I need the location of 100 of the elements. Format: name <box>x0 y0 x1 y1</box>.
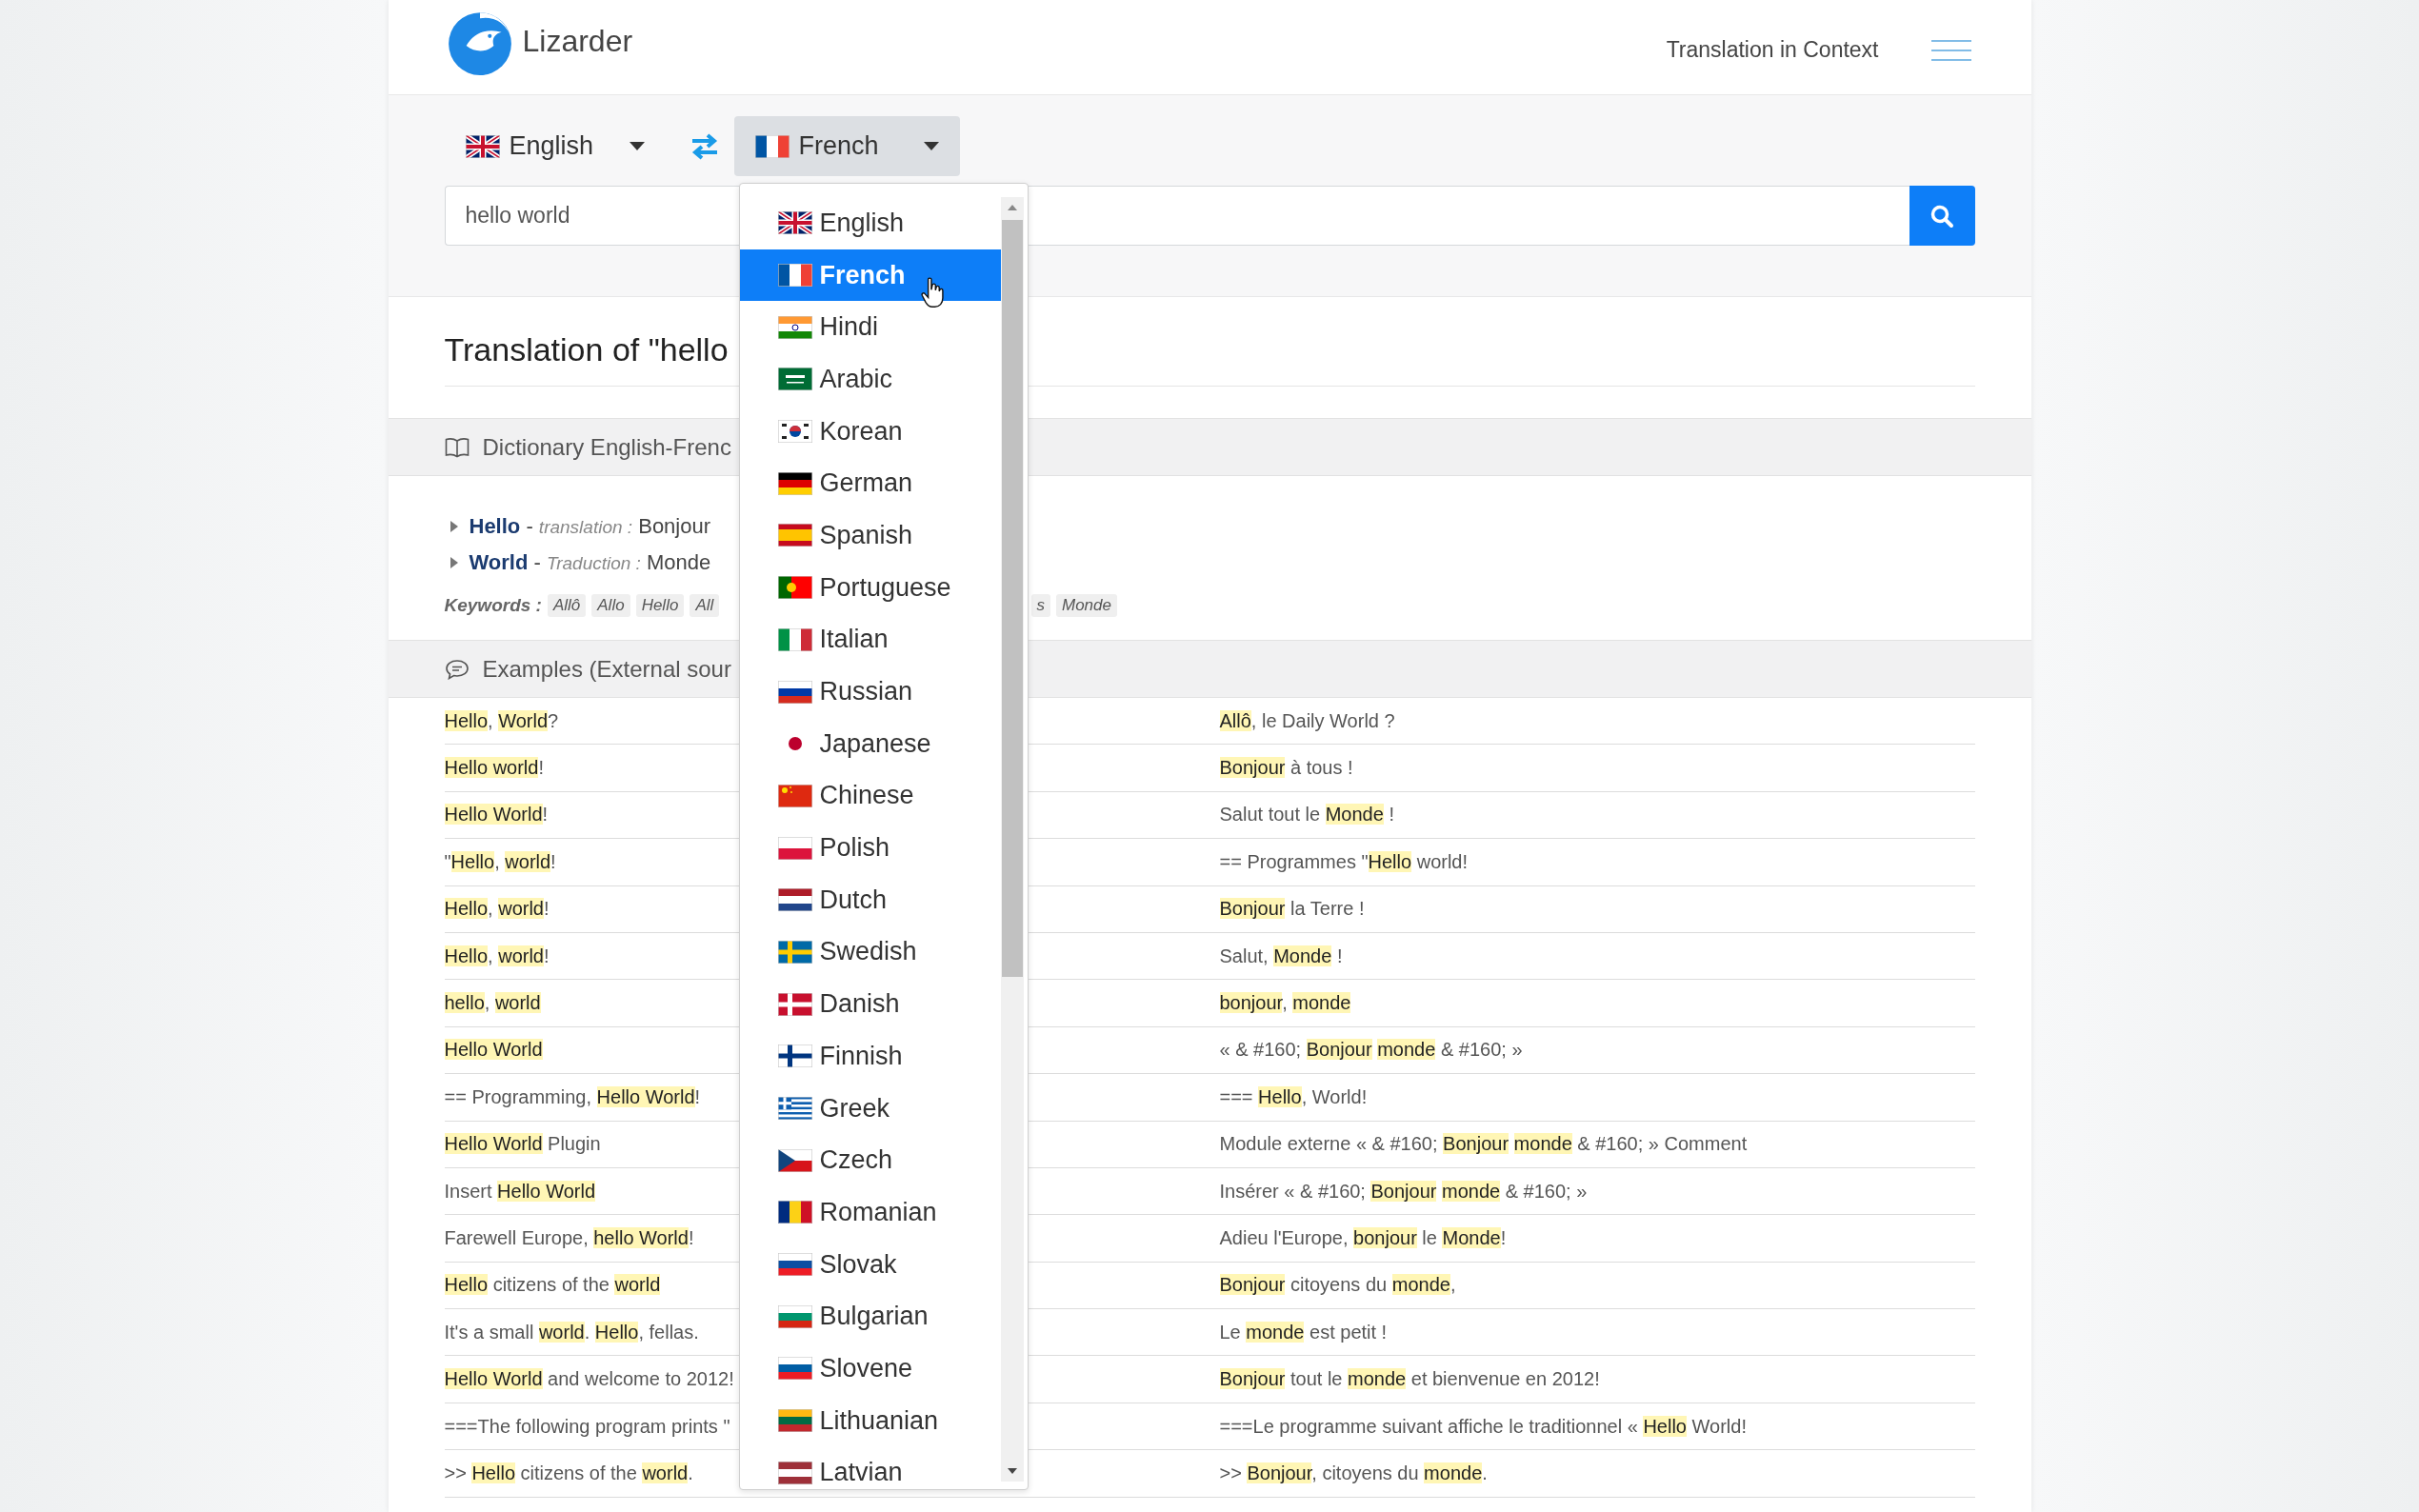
scroll-down-icon[interactable] <box>1007 1468 1017 1474</box>
example-translation: Allô, le Daily World ? <box>1219 709 1395 732</box>
example-translation: Bonjour tout le monde et bienvenue en 2012! <box>1219 1368 1600 1391</box>
example-source: Hello World Plugin <box>444 1133 601 1156</box>
example-translation: Bonjour citoyens du monde, <box>1219 1274 1456 1297</box>
dictionary-entry: Hello - translation : Bonjour <box>469 514 711 539</box>
expand-arrow-icon[interactable] <box>450 557 458 568</box>
example-source: Hello World <box>444 1039 543 1062</box>
language-option[interactable]: Bulgarian <box>739 1290 1001 1343</box>
flag-icon <box>777 315 812 339</box>
example-translation: Insérer « & #160; Bonjour monde & #160; » <box>1219 1180 1588 1203</box>
flag-icon <box>777 264 812 288</box>
search-icon <box>1929 203 1954 229</box>
flag-icon <box>777 1097 812 1121</box>
example-source: Hello World and welcome to 2012! <box>444 1368 734 1391</box>
book-icon <box>444 436 470 458</box>
keyword-tag[interactable]: All <box>690 594 720 617</box>
example-translation: Bonjour la Terre ! <box>1219 898 1365 921</box>
keyword-tag[interactable]: Hello <box>635 594 685 617</box>
example-source: Insert Hello World <box>444 1180 596 1203</box>
scrollbar[interactable] <box>1000 197 1024 1482</box>
language-option[interactable]: Japanese <box>739 717 1001 770</box>
scroll-up-icon[interactable] <box>1007 205 1017 210</box>
example-source: >> Hello citizens of the world. <box>444 1462 693 1484</box>
language-option[interactable]: Polish <box>739 822 1001 874</box>
example-translation: >> Bonjour, citoyens du monde. <box>1219 1462 1488 1484</box>
language-option[interactable]: Czech <box>739 1134 1001 1187</box>
language-option[interactable]: Italian <box>739 613 1001 666</box>
flag-icon <box>777 1044 812 1068</box>
language-option[interactable]: Greek <box>739 1082 1001 1135</box>
search-button[interactable] <box>1909 186 1975 246</box>
language-option[interactable]: Dutch <box>739 873 1001 926</box>
example-source: Hello World! <box>444 804 549 826</box>
language-option[interactable]: Russian <box>739 666 1001 718</box>
example-translation: Salut, Monde ! <box>1219 945 1343 967</box>
language-option[interactable]: Slovak <box>739 1238 1001 1291</box>
example-source: Hello, world! <box>444 945 550 967</box>
language-option[interactable]: Danish <box>739 978 1001 1030</box>
scrollbar-thumb[interactable] <box>1001 220 1023 977</box>
language-option[interactable]: Swedish <box>739 925 1001 979</box>
example-source: Farewell Europe, hello World! <box>444 1227 694 1249</box>
language-option[interactable]: German <box>739 457 1001 510</box>
example-source: Hello world! <box>444 757 544 780</box>
flag-icon <box>777 940 812 964</box>
flag-icon <box>777 1304 812 1328</box>
target-language-select[interactable]: French <box>733 116 960 176</box>
flag-icon <box>777 1253 812 1277</box>
nav-link[interactable]: Translation in Context <box>1666 37 1879 63</box>
example-source: hello, world <box>444 992 541 1015</box>
language-option[interactable]: Chinese <box>739 769 1001 823</box>
language-option[interactable]: Slovene <box>739 1343 1001 1395</box>
flag-icon <box>777 576 812 600</box>
flag-icon <box>777 211 812 235</box>
language-option[interactable]: Latvian <box>739 1446 1001 1489</box>
example-translation: Adieu l'Europe, bonjour le Monde! <box>1219 1227 1507 1249</box>
flag-icon <box>777 888 812 912</box>
flag-icon <box>777 680 812 704</box>
language-option[interactable]: Finnish <box>739 1030 1001 1083</box>
example-source: It's a small world. Hello, fellas. <box>444 1321 699 1343</box>
flag-icon <box>777 1201 812 1224</box>
example-translation: bonjour, monde <box>1219 992 1351 1015</box>
flag-icon <box>777 1409 812 1433</box>
example-translation: Le monde est petit ! <box>1219 1321 1388 1343</box>
flag-icon <box>777 1148 812 1172</box>
flag-icon <box>777 368 812 391</box>
language-option[interactable]: Lithuanian <box>739 1394 1001 1447</box>
comment-icon <box>444 658 470 680</box>
example-translation: == Programmes "Hello world! <box>1219 850 1469 873</box>
example-source: Hello, World? <box>444 709 559 732</box>
flag-icon <box>754 134 790 158</box>
flag-icon <box>465 134 500 158</box>
flag-icon <box>777 1357 812 1381</box>
flag-icon <box>777 784 812 807</box>
section-heading: Dictionary English-Frenc <box>482 433 731 461</box>
swap-icon[interactable] <box>690 132 719 160</box>
language-option[interactable]: Korean <box>739 405 1001 458</box>
keyword-tag[interactable]: Monde <box>1056 594 1117 617</box>
language-option[interactable]: Romanian <box>739 1186 1001 1239</box>
expand-arrow-icon[interactable] <box>450 521 458 532</box>
keyword-tag[interactable]: s <box>1030 594 1050 617</box>
keywords-label: Keywords : <box>444 595 542 616</box>
flag-icon <box>777 992 812 1016</box>
example-translation: Salut tout le Monde ! <box>1219 804 1394 826</box>
hand-cursor-icon <box>920 277 944 308</box>
example-translation: Bonjour à tous ! <box>1219 757 1353 780</box>
example-translation: === Hello, World! <box>1219 1085 1368 1108</box>
dot-icon <box>788 737 802 751</box>
example-translation: « & #160; Bonjour monde & #160; » <box>1219 1039 1523 1062</box>
section-heading: Examples (External sour <box>482 655 731 683</box>
brand-name[interactable]: Lizarder <box>522 24 633 59</box>
source-language-select[interactable]: English <box>444 116 666 176</box>
flag-icon <box>777 471 812 495</box>
keyword-tag[interactable]: Allo <box>591 594 630 617</box>
language-option[interactable]: French <box>739 249 1001 302</box>
example-source: Hello citizens of the world <box>444 1274 661 1297</box>
flag-icon <box>777 836 812 860</box>
language-option[interactable]: Spanish <box>739 509 1001 562</box>
menu-icon[interactable] <box>1930 39 1971 61</box>
keyword-tag[interactable]: Allô <box>547 594 587 617</box>
language-option[interactable]: Portuguese <box>739 561 1001 614</box>
